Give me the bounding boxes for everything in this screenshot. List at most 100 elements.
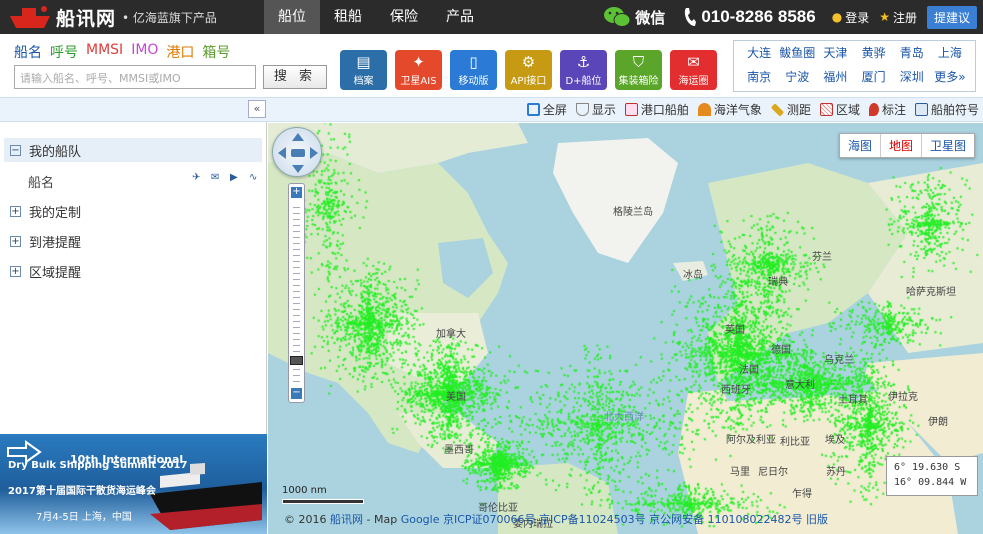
cursor-coordinates: 6° 19.630 S 16° 09.844 W <box>886 456 978 496</box>
map-label: 英国 <box>725 325 745 336</box>
feature-archive-button[interactable]: ▤ 档案 <box>340 50 387 90</box>
arrival-alert-label: 到港提醒 <box>29 235 82 251</box>
port-link-ningbo[interactable]: 宁波 <box>778 68 816 88</box>
weather-icon <box>697 103 711 116</box>
search-button[interactable]: 搜 索 <box>263 65 327 89</box>
summit-banner-ad[interactable]: 10th International Dry Bulk Shipping Sum… <box>0 434 267 534</box>
tool-weather[interactable]: 海洋气象 <box>697 101 762 118</box>
export-icon[interactable]: ▶ <box>230 172 243 184</box>
zoom-out-button[interactable]: − <box>291 388 302 399</box>
nav-tab-ship-position[interactable]: 船位 <box>264 0 320 34</box>
map-toolbar: « 全屏 显示 港口船舶 海洋气象 测距 区域 标注 船舶符号 <box>0 97 983 122</box>
mail-icon[interactable]: ✉ <box>211 172 224 184</box>
register-link[interactable]: ★ 注册 <box>879 9 917 26</box>
search-type-container[interactable]: 箱号 <box>202 42 230 62</box>
satellite-icon[interactable]: ✈ <box>192 172 205 184</box>
feature-dplus-button[interactable]: ⚓ D+船位 <box>560 50 607 90</box>
tool-fullscreen[interactable]: 全屏 <box>526 101 567 118</box>
search-input[interactable]: 请输入船名、呼号、MMSI或IMO <box>14 65 256 89</box>
banner-line-2: 2017第十届国际干散货海运峰会 <box>8 486 156 497</box>
search-type-ship-name[interactable]: 船名 <box>14 42 42 62</box>
port-link-huanghua[interactable]: 黄骅 <box>855 44 893 64</box>
track-icon[interactable]: ∿ <box>249 172 262 184</box>
map-label: 哈萨克斯坦 <box>906 287 956 298</box>
nav-tab-insurance[interactable]: 保险 <box>376 0 432 34</box>
tool-label: 显示 <box>591 103 616 117</box>
nav-tab-charter[interactable]: 租船 <box>320 0 376 34</box>
map-label: 土耳其 <box>838 395 868 406</box>
port-link-bayuquan[interactable]: 鲅鱼圈 <box>778 44 816 64</box>
feature-label: 档案 <box>353 76 374 87</box>
tool-display[interactable]: 显示 <box>575 101 616 118</box>
sidebar-arrival-alert[interactable]: + 到港提醒 <box>4 229 262 253</box>
feature-label: API接口 <box>510 76 547 87</box>
map-label: 北大西洋 <box>604 412 644 423</box>
search-type-list: 船名 呼号 MMSI IMO 港口 箱号 <box>14 42 238 62</box>
tool-mark[interactable]: 标注 <box>868 101 906 118</box>
feature-container-insurance-button[interactable]: ⛉ 集装箱险 <box>615 50 662 90</box>
map-label: 墨西哥 <box>444 445 474 456</box>
copyright-google-link[interactable]: Google <box>401 513 440 526</box>
sidebar-area-alert[interactable]: + 区域提醒 <box>4 259 262 283</box>
map-type-chart[interactable]: 海图 <box>840 134 881 157</box>
collapse-icon: − <box>10 144 21 156</box>
collapse-sidebar-button[interactable]: « <box>248 100 266 118</box>
search-type-callsign[interactable]: 呼号 <box>50 42 78 62</box>
wechat-link[interactable]: 微信 <box>603 6 665 28</box>
feature-mobile-button[interactable]: ▯ 移动版 <box>450 50 497 90</box>
port-link-shenzhen[interactable]: 深圳 <box>893 68 931 88</box>
port-link-tianjin[interactable]: 天津 <box>816 44 854 64</box>
port-link-more[interactable]: 更多» <box>931 68 969 88</box>
zoom-track[interactable] <box>293 202 300 382</box>
login-link[interactable]: ● 登录 <box>832 9 870 26</box>
tool-port-ships[interactable]: 港口船舶 <box>624 101 689 118</box>
top-right-links: 微信 010-8286 8586 ● 登录 ★ 注册 提建议 <box>603 0 977 34</box>
logo[interactable]: 船讯网 • 亿海蓝旗下产品 <box>8 3 217 31</box>
tool-label: 船舶符号 <box>930 103 979 117</box>
port-link-dalian[interactable]: 大连 <box>740 44 778 64</box>
tool-measure[interactable]: 测距 <box>770 101 811 118</box>
doc-icon: ▤ <box>356 53 371 71</box>
sidebar-my-custom[interactable]: + 我的定制 <box>4 199 262 223</box>
feature-satellite-ais-button[interactable]: ✦ 卫星AIS <box>395 50 442 90</box>
map-canvas[interactable]: 格陵兰岛 冰岛 加拿大 美国 墨西哥 北大西洋 芬兰 瑞典 英国 德国 法国 西… <box>268 123 983 534</box>
feature-api-button[interactable]: ⚙ API接口 <box>505 50 552 90</box>
map-type-map[interactable]: 地图 <box>881 134 922 157</box>
ship-symbol-icon <box>914 103 928 116</box>
map-tools: 全屏 显示 港口船舶 海洋气象 测距 区域 标注 船舶符号 <box>518 101 979 118</box>
tool-label: 港口船舶 <box>640 103 689 117</box>
zoom-slider[interactable]: + − <box>288 183 305 403</box>
map-type-satellite[interactable]: 卫星图 <box>922 134 974 157</box>
sidebar: − 我的船队 船名 ✈ ✉ ▶ ∿ + 我的定制 + 到港提醒 + 区域提醒 1… <box>0 122 267 534</box>
port-link-shanghai[interactable]: 上海 <box>931 44 969 64</box>
search-type-imo[interactable]: IMO <box>131 42 158 62</box>
search-type-port[interactable]: 港口 <box>166 42 194 62</box>
map-label: 利比亚 <box>780 437 810 448</box>
tool-ship-symbols[interactable]: 船舶符号 <box>914 101 979 118</box>
copyright-site-link[interactable]: 船讯网 <box>330 513 363 526</box>
map-label: 埃及 <box>825 435 845 446</box>
nav-tab-products[interactable]: 产品 <box>432 0 488 34</box>
zoom-in-button[interactable]: + <box>291 187 302 198</box>
sidebar-my-fleet[interactable]: − 我的船队 <box>4 138 262 162</box>
port-link-qingdao[interactable]: 青岛 <box>893 44 931 64</box>
feature-shipping-circle-button[interactable]: ✉ 海运圈 <box>670 50 717 90</box>
logo-subtitle: • 亿海蓝旗下产品 <box>122 10 217 25</box>
search-type-mmsi[interactable]: MMSI <box>86 42 123 62</box>
zoom-thumb[interactable] <box>290 356 303 365</box>
map-pan-control[interactable] <box>272 127 322 177</box>
anchor-icon: ⚓ <box>576 53 591 71</box>
banner-line-1b: Dry Bulk Shipping Summit 2017 <box>8 460 188 471</box>
map-label: 马里 <box>730 467 750 478</box>
tool-label: 标注 <box>881 103 906 117</box>
suggest-button[interactable]: 提建议 <box>926 5 977 29</box>
tool-area[interactable]: 区域 <box>819 101 860 118</box>
map-label: 伊拉克 <box>888 392 918 403</box>
copyright-icp[interactable]: 京ICP证070066号 京ICP备11024503号 京公网安备 110108… <box>439 513 828 526</box>
port-link-nanjing[interactable]: 南京 <box>740 68 778 88</box>
fleet-actions: ✈ ✉ ▶ ∿ <box>186 172 262 191</box>
port-link-fuzhou[interactable]: 福州 <box>816 68 854 88</box>
port-link-xiamen[interactable]: 厦门 <box>855 68 893 88</box>
logo-text: 船讯网 <box>56 7 117 30</box>
feature-label: D+船位 <box>565 76 602 87</box>
